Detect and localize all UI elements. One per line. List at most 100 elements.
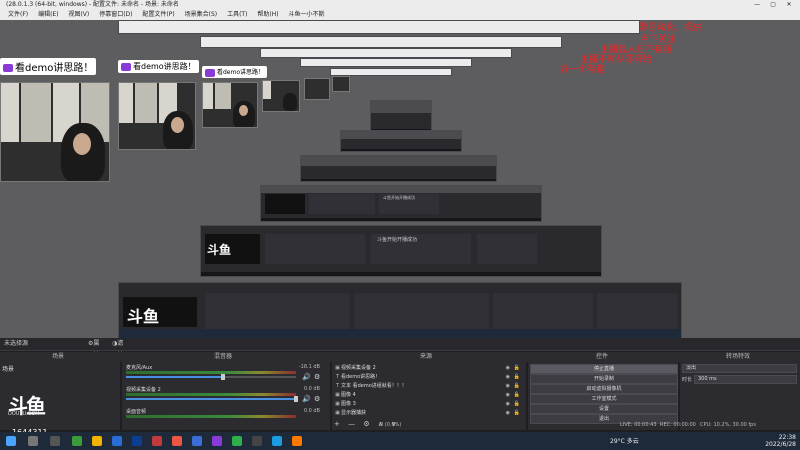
start-recording-button[interactable]: 开始录制 [530, 374, 678, 384]
lock-icon[interactable]: 🔓 [514, 391, 520, 400]
transitions-dock-title: 转场特效 [726, 353, 751, 360]
filters-button[interactable]: ◑ 滤镜 [112, 338, 123, 359]
vs-icon[interactable] [192, 436, 202, 446]
douyu-logo-icon [121, 62, 131, 71]
app-icon[interactable] [172, 436, 182, 446]
eye-icon[interactable]: ◉ [506, 400, 510, 409]
nested-obs-window: 斗鱼 斗鱼开始开播成功 [200, 225, 602, 277]
nested-obs-window [370, 100, 432, 132]
lock-icon[interactable]: 🔓 [514, 382, 520, 391]
eye-icon[interactable]: ◉ [506, 382, 510, 391]
menu-edit[interactable]: 编辑(E) [38, 10, 58, 20]
app-icon[interactable] [152, 436, 162, 446]
source-item[interactable]: ▣图像 4 ◉ 🔓 [334, 391, 522, 400]
nested-window [200, 36, 562, 48]
camera-capture [332, 76, 350, 92]
cam-overlay-label: 看demo讲思路！ [0, 58, 97, 75]
app-icon[interactable] [212, 436, 222, 446]
transition-select[interactable]: 淡出 [682, 364, 797, 373]
cam-overlay-label: 看demo讲思路！ [118, 60, 199, 73]
source-item[interactable]: ▣视频采集设备 2 ◉ 🔓 [334, 364, 522, 373]
lock-icon[interactable]: 🔓 [514, 400, 520, 409]
volume-slider[interactable] [126, 376, 296, 378]
menu-profile[interactable]: 配置文件(P) [142, 10, 174, 20]
gear-icon[interactable]: ⚙ [314, 395, 320, 403]
file-explorer-icon[interactable] [92, 436, 102, 446]
steam-icon[interactable] [132, 436, 142, 446]
volume-slider[interactable] [126, 398, 296, 400]
menu-douyu[interactable]: 斗鱼一小不斯 [288, 10, 324, 20]
weather-widget[interactable]: 29°C 多云 [610, 436, 639, 445]
eye-icon[interactable]: ◉ [506, 409, 510, 418]
gear-icon[interactable]: ⚙ [314, 373, 320, 381]
menu-view[interactable]: 视图(V) [68, 10, 89, 20]
eye-icon[interactable]: ◉ [506, 373, 510, 382]
controls-dock-title: 控件 [596, 353, 609, 360]
image-icon: ▣ [335, 401, 340, 407]
mixer-track: 麦克风/Aux -18.1 dB 🔊 ⚙ [124, 364, 326, 384]
mixer-dock-title: 混音器 [214, 353, 233, 360]
lock-icon[interactable]: 🔓 [514, 409, 520, 418]
track-name: 麦克风/Aux [126, 365, 153, 371]
window-title: (28.0.1.3 (64-bit, windows) - 配置文件: 未命名 … [6, 1, 179, 8]
douyu-logo-icon [3, 64, 13, 72]
image-icon: ▣ [335, 392, 340, 398]
menu-docks[interactable]: 停靠窗口(D) [99, 10, 132, 20]
danmaku-text: 好一个有趣 [560, 65, 606, 75]
menu-tools[interactable]: 工具(T) [227, 10, 247, 20]
wechat-icon[interactable] [232, 436, 242, 446]
duration-label: 时长 [682, 377, 693, 383]
slider-knob[interactable] [294, 396, 298, 402]
system-clock[interactable]: 22:38 2022/6/28 [765, 434, 796, 448]
clock-date: 2022/6/28 [765, 441, 796, 448]
task-view-icon[interactable] [50, 436, 60, 446]
track-name: 桌面音频 [126, 409, 147, 415]
video-capture-icon: ▣ [335, 365, 340, 371]
nested-obs-window: 斗鱼开始开播成功 [260, 185, 542, 222]
speaker-icon[interactable]: 🔊 [302, 395, 311, 403]
lock-icon[interactable]: 🔓 [514, 364, 520, 373]
studio-mode-button[interactable]: 工作室模式 [530, 394, 678, 404]
search-icon[interactable] [28, 436, 38, 446]
duration-input[interactable]: 300 ms [694, 375, 797, 384]
source-item[interactable]: ▣显示器捕获 ◉ 🔓 [334, 409, 522, 418]
lock-icon[interactable]: 🔓 [514, 373, 520, 382]
menu-scene-collection[interactable]: 场景集合(S) [185, 10, 218, 20]
status-bar: 0 (0.0%) LIVE: 00:00:43 REC: 00:00:00 CP… [0, 420, 800, 430]
obs-icon[interactable] [252, 436, 262, 446]
source-item[interactable]: T 看demo讲思路！ ◉ 🔓 [334, 373, 522, 382]
windows-start-icon[interactable] [6, 436, 16, 446]
eye-icon[interactable]: ◉ [506, 364, 510, 373]
edge-icon[interactable] [112, 436, 122, 446]
chrome-icon[interactable] [72, 436, 82, 446]
properties-button[interactable]: ⚙ 属性 [88, 338, 99, 359]
douyu-logo: 斗鱼 DOUYU.COM [8, 394, 46, 418]
scene-item[interactable]: 场景 [2, 364, 14, 373]
monitor-icon: ▣ [335, 410, 340, 416]
nested-window [118, 20, 640, 34]
preview-canvas[interactable]: 开源自动化，提供 点下关注 主播我人在不有趣 主播不就从零开始 好一个有趣 看d… [0, 20, 800, 338]
douyu-icon[interactable] [292, 436, 302, 446]
rec-timer: REC: 00:00:00 [660, 422, 696, 428]
speaker-icon[interactable]: 🔊 [302, 373, 311, 381]
title-bar: (28.0.1.3 (64-bit, windows) - 配置文件: 未命名 … [0, 0, 800, 10]
eye-icon[interactable]: ◉ [506, 391, 510, 400]
source-item[interactable]: ▣图像 3 ◉ 🔓 [334, 400, 522, 409]
menu-file[interactable]: 文件(F) [8, 10, 28, 20]
settings-button[interactable]: 设置 [530, 404, 678, 414]
app-icon[interactable] [272, 436, 282, 446]
close-button[interactable]: ✕ [782, 0, 796, 10]
virtual-camera-button[interactable]: 启动虚拟摄像机 [530, 384, 678, 394]
slider-knob[interactable] [221, 374, 225, 380]
nested-obs-window [300, 155, 497, 182]
menu-help[interactable]: 帮助(H) [257, 10, 278, 20]
minimize-button[interactable]: — [750, 0, 764, 10]
scenes-dock-title: 场景 [52, 353, 65, 360]
maximize-button[interactable]: ▢ [766, 0, 780, 10]
source-item[interactable]: T 文本 看demo进组就看！！！ ◉ 🔓 [334, 382, 522, 391]
stop-streaming-button[interactable]: 停止直播 [530, 364, 678, 374]
mixer-track: 视频采集设备 2 0.0 dB 🔊 ⚙ [124, 386, 326, 406]
frames-dropped: 0 (0.0%) [380, 422, 402, 428]
nested-window [330, 68, 452, 76]
camera-capture [0, 82, 110, 182]
